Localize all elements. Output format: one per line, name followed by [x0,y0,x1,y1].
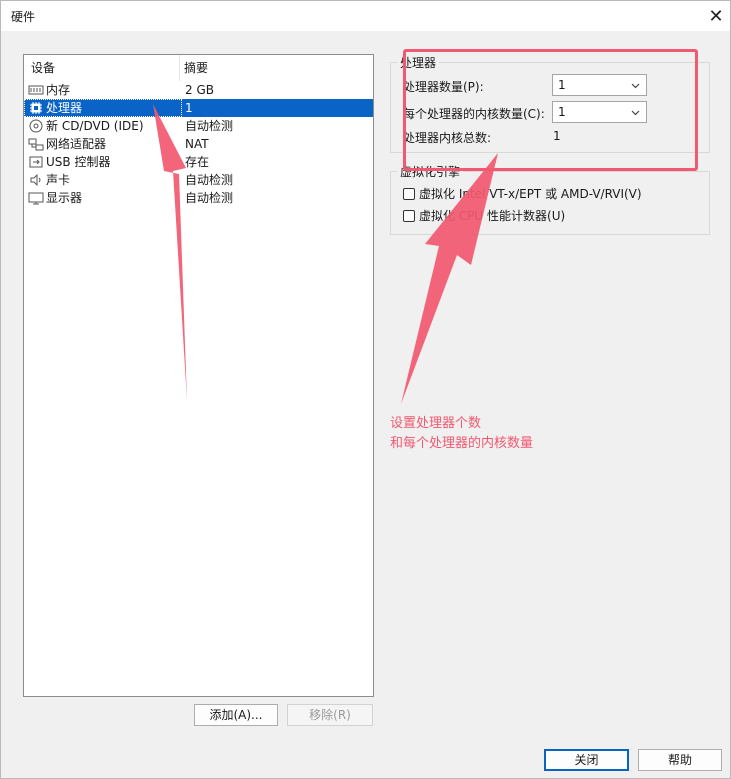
device-row[interactable]: 内存 2 GB [24,81,373,99]
device-row[interactable]: 显示器 自动检测 [24,189,373,207]
device-summary: 2 GB [185,83,214,97]
memory-icon [28,84,44,97]
device-row[interactable]: 网络适配器 NAT [24,135,373,153]
monitor-icon [28,192,44,205]
virtualize-vtx-checkbox[interactable] [403,187,415,200]
column-header-summary[interactable]: 摘要 [180,55,373,81]
processor-count-label: 处理器数量(P): [403,80,484,94]
device-summary: NAT [185,137,209,151]
virtualize-vtx-label: 虚拟化 Intel VT-x/EPT 或 AMD-V/RVI(V) [419,187,642,201]
add-device-button[interactable]: 添加(A)... [194,704,278,726]
close-button[interactable]: 关闭 [544,749,629,771]
virtualization-group: 虚拟化引擎 [390,163,710,235]
window-title: 硬件 [11,10,36,24]
device-name: 新 CD/DVD (IDE) [46,119,144,133]
annotation-line-1: 设置处理器个数 [390,416,482,431]
device-summary: 自动检测 [185,119,234,133]
virtualize-perf-counters-checkbox[interactable] [403,209,415,222]
device-name: 显示器 [46,191,83,205]
close-window-button[interactable]: ✕ [702,1,730,31]
column-header-device[interactable]: 设备 [24,55,180,81]
device-row[interactable]: 新 CD/DVD (IDE) 自动检测 [24,117,373,135]
remove-device-button[interactable]: 移除(R) [287,704,373,726]
device-row[interactable]: 声卡 自动检测 [24,171,373,189]
device-summary: 存在 [185,155,210,169]
total-cores-value: 1 [553,129,561,143]
device-name: 网络适配器 [46,137,107,151]
device-name: USB 控制器 [46,155,111,169]
total-cores-label: 处理器内核总数: [403,131,492,145]
virtualize-perf-counters-label: 虚拟化 CPU 性能计数器(U) [419,209,566,223]
device-name: 内存 [46,83,71,97]
list-header: 设备 摘要 [24,55,373,81]
usb-icon [28,156,44,169]
cpu-icon [28,102,44,115]
device-cell: 内存 [24,81,182,99]
device-list[interactable]: 设备 摘要 内存 2 GB 处理器 1 新 CD/DVD (IDE) 自动检测 网络适配器 N… [23,54,374,697]
device-summary: 自动检测 [185,191,234,205]
chevron-down-icon [631,83,640,89]
virtualize-perf-counters-option[interactable]: 虚拟化 CPU 性能计数器(U) [403,207,565,224]
cores-per-processor-value: 1 [558,105,566,119]
device-row[interactable]: 处理器 1 [24,99,373,117]
cores-per-processor-label: 每个处理器的内核数量(C): [403,107,545,121]
annotation-text: 设置处理器个数 和每个处理器的内核数量 [390,414,533,454]
device-rows: 内存 2 GB 处理器 1 新 CD/DVD (IDE) 自动检测 网络适配器 NAT USB … [24,81,373,207]
processor-count-select[interactable]: 1 [552,74,647,96]
device-name: 处理器 [46,101,83,115]
help-button[interactable]: 帮助 [638,749,722,771]
device-name: 声卡 [46,173,71,187]
speaker-icon [28,174,44,187]
device-summary: 1 [185,101,193,115]
device-cell: 显示器 [24,189,182,207]
virtualization-group-title: 虚拟化引擎 [397,163,464,180]
device-cell: 网络适配器 [24,135,182,153]
hardware-dialog: 硬件 ✕ 设备 摘要 内存 2 GB 处理器 1 新 CD/DVD (IDE) 自动检测网… [0,0,731,779]
cores-per-processor-select[interactable]: 1 [552,101,647,123]
device-cell: 声卡 [24,171,182,189]
processor-group-title: 处理器 [397,54,440,71]
device-cell: 处理器 [24,99,182,117]
cd-icon [28,119,44,133]
device-row[interactable]: USB 控制器 存在 [24,153,373,171]
annotation-line-2: 和每个处理器的内核数量 [390,436,534,451]
network-icon [28,138,44,151]
device-summary: 自动检测 [185,173,234,187]
device-cell: USB 控制器 [24,153,182,171]
chevron-down-icon [631,110,640,116]
virtualize-vtx-option[interactable]: 虚拟化 Intel VT-x/EPT 或 AMD-V/RVI(V) [403,185,642,202]
device-cell: 新 CD/DVD (IDE) [24,117,182,135]
title-bar: 硬件 ✕ [1,1,730,31]
processor-count-value: 1 [558,78,566,92]
